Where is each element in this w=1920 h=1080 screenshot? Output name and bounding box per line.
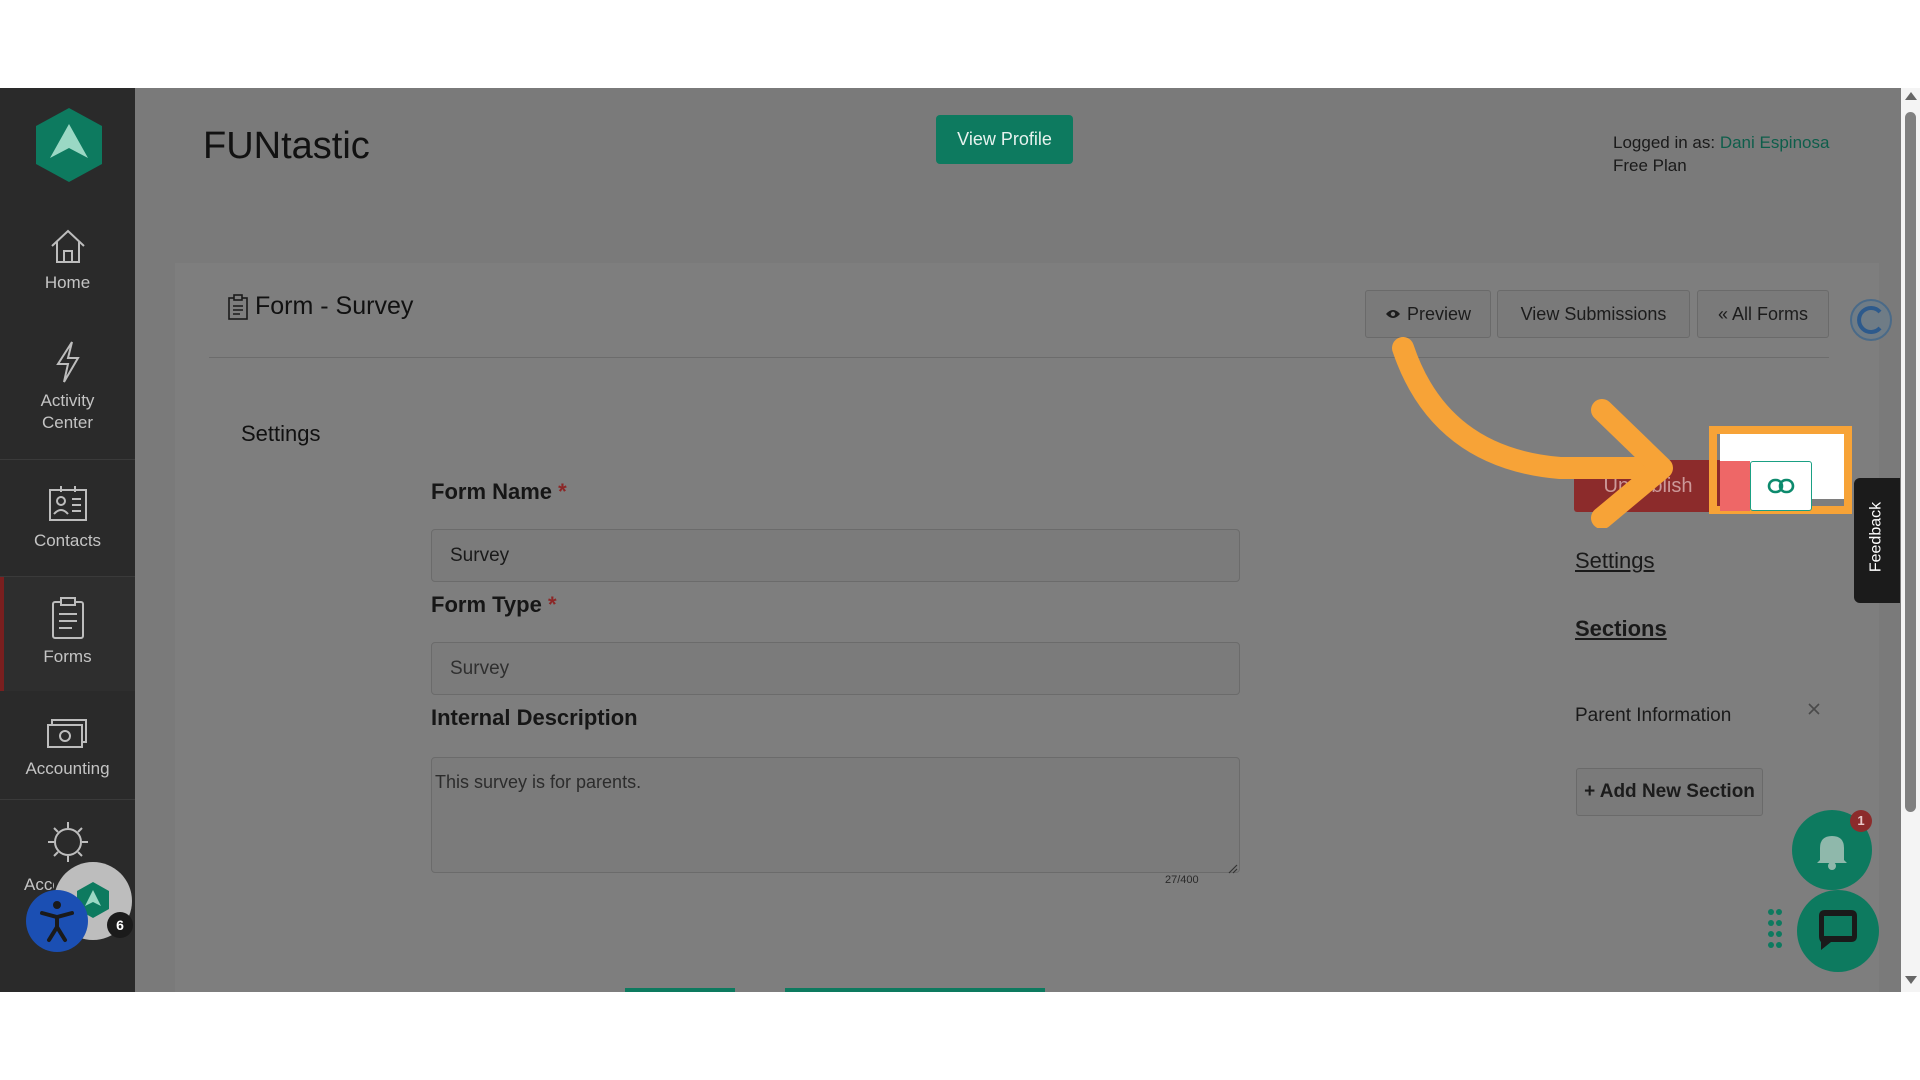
- tutorial-arrow-icon: [1392, 337, 1673, 528]
- divider: [0, 459, 135, 460]
- accounting-icon: [46, 719, 87, 748]
- sidebar: Home Activity Center Contacts Forms Acco…: [0, 88, 135, 992]
- preview-label: Preview: [1406, 303, 1472, 324]
- internal-description-textarea[interactable]: This survey is for parents.: [431, 757, 1240, 873]
- home-icon: [50, 229, 85, 263]
- link-icon: [1767, 478, 1795, 494]
- char-counter: 27/400: [1165, 874, 1199, 886]
- accessibility-button[interactable]: [26, 890, 88, 952]
- login-info: Logged in as: Dani Espinosa Free Plan: [1613, 131, 1829, 177]
- form-type-label: Form Type *: [431, 592, 557, 617]
- close-icon[interactable]: [1806, 701, 1822, 717]
- contacts-icon: [48, 486, 87, 521]
- lightning-icon: [55, 341, 80, 383]
- settings-heading: Settings: [241, 421, 321, 446]
- required-marker: *: [547, 592, 557, 617]
- logged-in-label: Logged in as:: [1613, 133, 1716, 152]
- scrollbar[interactable]: [1901, 88, 1920, 992]
- gear-icon[interactable]: [46, 820, 90, 864]
- required-marker: *: [558, 479, 567, 504]
- notification-count-badge: 1: [1850, 810, 1872, 832]
- chat-icon: [1819, 910, 1857, 950]
- scroll-down-icon[interactable]: [1905, 976, 1917, 984]
- sidebar-item-home[interactable]: Home: [0, 226, 135, 294]
- bottom-button-partial[interactable]: [625, 988, 735, 992]
- scrollbar-thumb[interactable]: [1905, 112, 1916, 812]
- sidebar-item-label: Home: [44, 273, 91, 292]
- plan-label: Free Plan: [1613, 156, 1687, 175]
- copy-link-button[interactable]: [1750, 461, 1812, 511]
- sidebar-item-forms[interactable]: Forms: [0, 596, 135, 668]
- sidebar-item-label: Forms: [43, 647, 92, 666]
- main-content: FUNtastic View Profile Logged in as: Dan…: [135, 88, 1901, 992]
- form-name-label: Form Name *: [431, 479, 567, 504]
- divider: [0, 799, 135, 800]
- form-title: Form - Survey: [255, 292, 414, 320]
- scroll-up-icon[interactable]: [1905, 92, 1917, 100]
- user-name-link[interactable]: Dani Espinosa: [1720, 133, 1830, 152]
- sync-icon[interactable]: [1849, 298, 1893, 342]
- feedback-tab[interactable]: Feedback: [1854, 478, 1900, 603]
- form-name-input[interactable]: Survey: [431, 529, 1240, 582]
- clipboard-icon: [227, 294, 249, 320]
- app-frame: Home Activity Center Contacts Forms Acco…: [0, 88, 1920, 992]
- accessibility-icon: [40, 901, 74, 942]
- form-type-select[interactable]: Survey: [431, 642, 1240, 695]
- all-forms-button[interactable]: « All Forms: [1697, 290, 1829, 338]
- sidebar-item-label: Contacts: [33, 531, 102, 550]
- sidebar-item-label: Accounting: [25, 759, 110, 778]
- chat-button[interactable]: [1797, 890, 1879, 972]
- bottom-button-partial[interactable]: [785, 988, 1045, 992]
- sidebar-item-accounting[interactable]: Accounting: [0, 716, 135, 780]
- unpublish-button-highlighted-edge: [1720, 461, 1750, 511]
- sidebar-item-contacts[interactable]: Contacts: [0, 484, 135, 552]
- drag-handle-icon[interactable]: [1767, 908, 1783, 952]
- org-name: FUNtastic: [203, 125, 370, 167]
- notification-count-badge: 6: [107, 912, 133, 938]
- sidebar-item-activity-center[interactable]: Activity Center: [0, 340, 135, 434]
- logo-icon[interactable]: [34, 106, 104, 184]
- feedback-label: Feedback: [1867, 501, 1885, 573]
- settings-link[interactable]: Settings: [1575, 548, 1655, 574]
- add-new-section-button[interactable]: + Add New Section: [1576, 768, 1763, 816]
- eye-icon: [1385, 310, 1400, 318]
- internal-description-label: Internal Description: [431, 705, 638, 730]
- view-profile-button[interactable]: View Profile: [936, 115, 1073, 164]
- section-item-parent-information[interactable]: Parent Information: [1575, 705, 1731, 727]
- sections-link[interactable]: Sections: [1575, 616, 1667, 642]
- resize-handle-icon[interactable]: [1228, 861, 1238, 874]
- forms-icon: [51, 597, 84, 639]
- sidebar-item-label: Activity Center: [40, 391, 95, 432]
